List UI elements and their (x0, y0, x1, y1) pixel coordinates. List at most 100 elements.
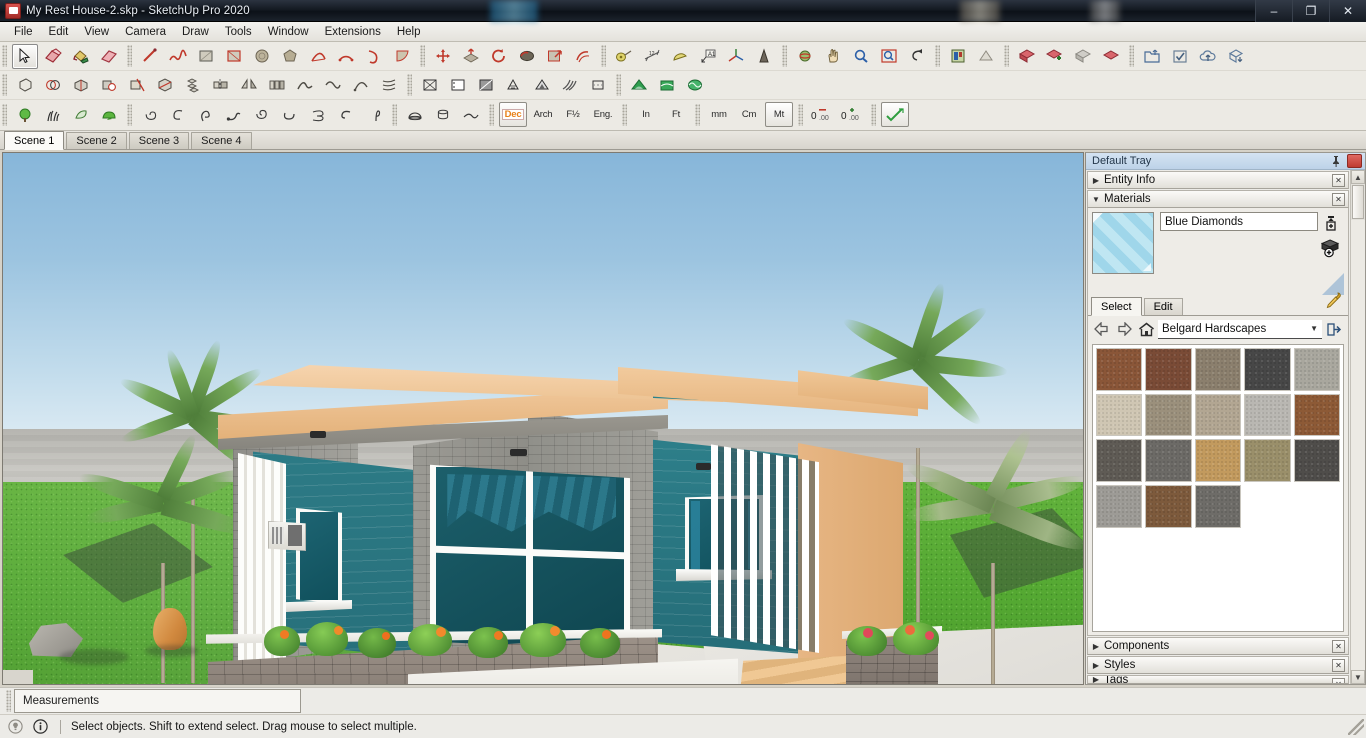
subtract-tool[interactable] (96, 73, 122, 98)
window-resize-grip[interactable] (1348, 718, 1364, 735)
home-icon[interactable] (1136, 319, 1156, 339)
curve-tool[interactable] (348, 73, 374, 98)
toolbar-grip[interactable] (420, 45, 425, 67)
scroll-thumb[interactable] (1352, 185, 1364, 219)
material-name-input[interactable]: Blue Diamonds (1160, 212, 1318, 231)
dimension-tool[interactable]: 12 (639, 44, 665, 69)
toolbar-grip[interactable] (489, 103, 494, 126)
material-swatch[interactable] (1293, 348, 1340, 391)
axes-tool[interactable] (723, 44, 749, 69)
back-arrow-icon[interactable] (1092, 319, 1112, 339)
section-styles[interactable]: ▶ Styles ✕ (1087, 656, 1349, 674)
measurements-grip[interactable] (6, 690, 11, 712)
increase-precision-button[interactable]: 0.00 (838, 102, 866, 127)
menu-file[interactable]: File (6, 24, 41, 40)
swirl-tool[interactable] (361, 102, 387, 127)
wave-tool[interactable] (277, 102, 303, 127)
eraser-pink-tool[interactable] (96, 44, 122, 69)
toolbar-grip[interactable] (2, 103, 7, 126)
dome-tool[interactable] (402, 102, 428, 127)
union-tool[interactable] (68, 73, 94, 98)
hook-tool[interactable] (165, 102, 191, 127)
scene-tab-4[interactable]: Scene 4 (191, 132, 252, 149)
scroll-track[interactable] (1351, 220, 1365, 670)
toolbar-grip[interactable] (1004, 45, 1009, 67)
material-swatch[interactable] (1096, 485, 1143, 528)
section-components-close[interactable]: ✕ (1332, 640, 1345, 653)
section-materials-close[interactable]: ✕ (1332, 193, 1345, 206)
tab-edit[interactable]: Edit (1143, 298, 1183, 315)
open-model[interactable] (1139, 44, 1165, 69)
material-swatch[interactable] (1194, 485, 1242, 528)
toolbar-grip[interactable] (127, 103, 132, 126)
model-viewport[interactable] (2, 152, 1084, 685)
tray-scrollbar[interactable]: ▲ ▼ (1350, 170, 1365, 684)
intersect-tool[interactable] (40, 73, 66, 98)
display-section-planes[interactable] (973, 44, 999, 69)
coil-tool[interactable] (249, 102, 275, 127)
freehand-tool[interactable] (165, 44, 191, 69)
three-point-arc-tool[interactable] (361, 44, 387, 69)
shaded-style[interactable] (473, 73, 499, 98)
array-tool[interactable] (264, 73, 290, 98)
section-components[interactable]: ▶ Components ✕ (1087, 637, 1349, 655)
menu-extensions[interactable]: Extensions (317, 24, 389, 40)
protractor-tool[interactable] (667, 44, 693, 69)
line-tool[interactable] (137, 44, 163, 69)
sandbox-from-scratch[interactable] (654, 73, 680, 98)
3d-text-tool[interactable] (751, 44, 777, 69)
sandbox-smoove[interactable] (682, 73, 708, 98)
texture-style[interactable] (501, 73, 527, 98)
helix-tool[interactable] (305, 102, 331, 127)
architectural-units-button[interactable]: Arch (529, 102, 557, 127)
minimize-button[interactable]: – (1255, 0, 1292, 22)
wireframe-style[interactable] (417, 73, 443, 98)
material-swatch[interactable] (1293, 393, 1340, 437)
feet-units-button[interactable]: Ft (662, 102, 690, 127)
select-tool[interactable] (12, 43, 38, 69)
eyedropper-icon[interactable] (1324, 291, 1342, 314)
toolbar-grip[interactable] (935, 45, 940, 67)
material-swatch-grid[interactable] (1092, 344, 1344, 632)
material-swatch[interactable] (1194, 393, 1242, 437)
back-edges-style[interactable] (585, 73, 611, 98)
bush-tool[interactable] (96, 102, 122, 127)
spiral-tool[interactable] (137, 102, 163, 127)
menu-camera[interactable]: Camera (117, 24, 174, 40)
menu-view[interactable]: View (76, 24, 117, 40)
leaf-tool[interactable] (68, 102, 94, 127)
scene-tab-3[interactable]: Scene 3 (128, 132, 190, 149)
sandbox-from-contours[interactable] (626, 73, 652, 98)
two-point-arc-tool[interactable] (333, 44, 359, 69)
material-swatch[interactable] (1096, 439, 1143, 483)
material-swatch[interactable] (1194, 439, 1242, 483)
menu-window[interactable]: Window (260, 24, 317, 40)
trim-tool[interactable] (124, 73, 150, 98)
tadpole-tool[interactable] (221, 102, 247, 127)
section-materials[interactable]: ▼ Materials ✕ (1087, 190, 1349, 208)
set-default-material-icon[interactable] (1320, 213, 1342, 236)
scroll-tool[interactable] (193, 102, 219, 127)
material-swatch[interactable] (1145, 348, 1192, 391)
toolbar-grip[interactable] (2, 45, 7, 67)
menu-tools[interactable]: Tools (217, 24, 260, 40)
component-2[interactable] (1042, 44, 1068, 69)
outer-shell-tool[interactable] (12, 73, 38, 98)
component-4[interactable] (1098, 44, 1124, 69)
rotate-tool[interactable] (486, 44, 512, 69)
mirror-tool[interactable] (236, 73, 262, 98)
toolbar-grip[interactable] (695, 103, 700, 126)
toolbar-grip[interactable] (127, 45, 132, 67)
text-tool[interactable]: A1 (695, 44, 721, 69)
arc-tool[interactable] (305, 44, 331, 69)
weld-tool[interactable] (292, 73, 318, 98)
polygon-tool[interactable] (277, 44, 303, 69)
material-library-dropdown[interactable]: Belgard Hardscapes ▼ (1158, 319, 1322, 339)
section-entity-info-close[interactable]: ✕ (1332, 174, 1345, 187)
scene-tab-2[interactable]: Scene 2 (66, 132, 127, 149)
toolbar-grip[interactable] (392, 103, 397, 126)
joint-tool[interactable] (320, 73, 346, 98)
info-icon[interactable] (31, 717, 50, 736)
menu-draw[interactable]: Draw (174, 24, 217, 40)
upload-model[interactable] (1195, 44, 1221, 69)
